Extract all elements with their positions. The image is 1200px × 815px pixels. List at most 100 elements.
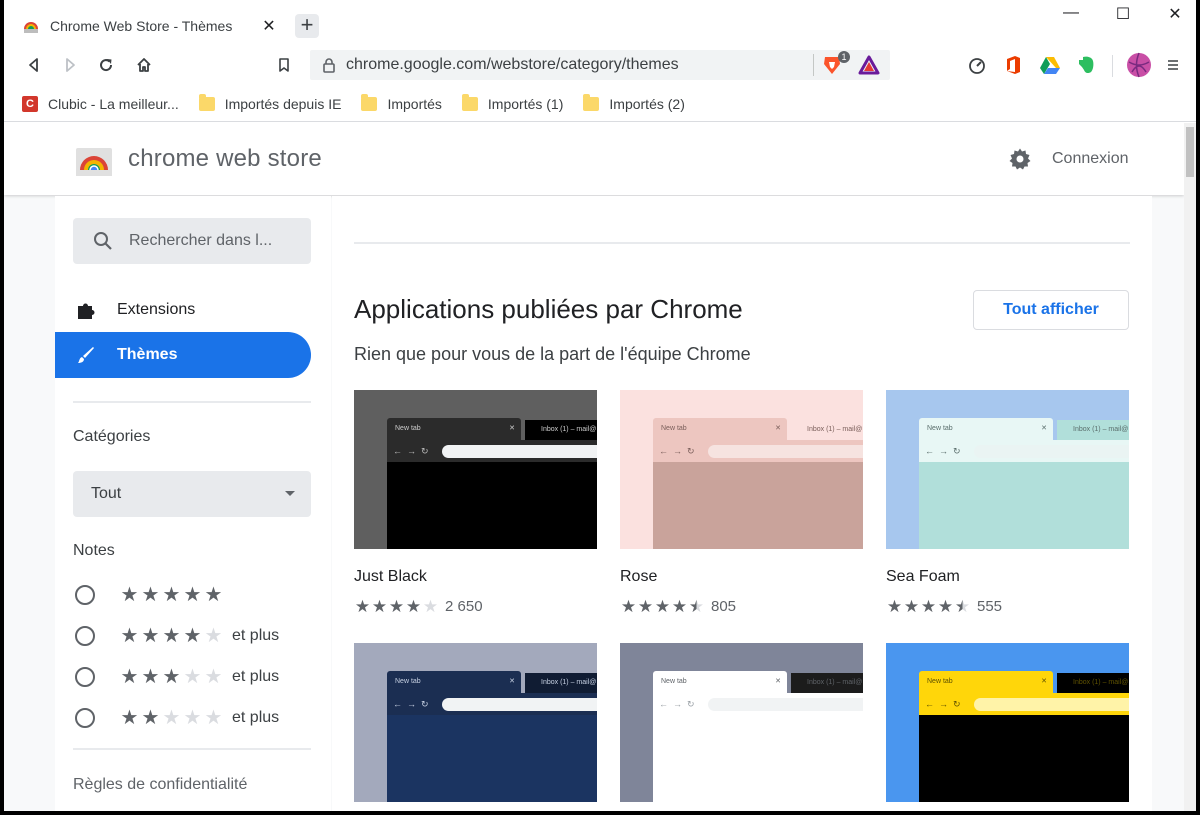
search-input[interactable]: Rechercher dans l... <box>73 218 311 264</box>
star-filled-icon: ★ <box>141 666 160 688</box>
theme-card[interactable]: Inbox (1) – mail@ New tab ✕ ←→↻ <box>620 643 863 802</box>
rating-filter-3[interactable]: ★ ★ ★ ★ ★ et plus <box>75 665 279 689</box>
chevron-down-icon <box>285 491 295 496</box>
store-brand-title[interactable]: chrome web store <box>128 145 322 173</box>
sidebar-item-themes[interactable]: Thèmes <box>55 332 311 378</box>
tab-chrome-web-store[interactable]: Chrome Web Store - Thèmes ✕ <box>10 8 286 44</box>
preview-active-tab: New tab ✕ <box>653 418 787 440</box>
theme-card[interactable]: Inbox (1) – mail@ New tab ✕ ←→↻ <box>354 643 597 802</box>
sidebar-divider <box>73 748 311 750</box>
preview-close-icon: ✕ <box>1041 678 1047 685</box>
preview-active-tab: New tab ✕ <box>387 671 521 693</box>
theme-card[interactable]: Inbox (1) – mail@ New tab ✕ ←→↻ Sea Foam ★ ★ ★ ★… <box>886 390 1129 615</box>
star-filled-icon: ★ <box>183 584 202 606</box>
category-select[interactable]: Tout <box>73 471 311 517</box>
page-scrollbar[interactable] <box>1184 123 1196 811</box>
rating-stars: ★ ★ ★ ★ ★ <box>119 667 224 687</box>
theme-thumbnail[interactable]: Inbox (1) – mail@ New tab ✕ ←→↻ <box>886 390 1129 549</box>
star-filled-icon: ★ <box>371 597 388 616</box>
tab-strip: Chrome Web Store - Thèmes ✕ + — ☐ ✕ <box>4 0 1196 44</box>
radio-button[interactable] <box>75 585 95 605</box>
bookmark-folder-importes-1[interactable]: Importés (1) <box>461 93 563 112</box>
home-icon <box>137 58 151 72</box>
google-drive-extension-button[interactable] <box>1039 54 1061 76</box>
rating-filter-2[interactable]: ★ ★ ★ ★ ★ et plus <box>75 706 279 730</box>
preview-tab-label: New tab <box>661 678 687 685</box>
signin-link[interactable]: Connexion <box>1052 150 1129 168</box>
bookmark-star-button[interactable] <box>272 53 296 77</box>
bookmark-folder-importes-2[interactable]: Importés (2) <box>583 93 685 112</box>
radio-button[interactable] <box>75 708 95 728</box>
theme-card[interactable]: Inbox (1) – mail@ New tab ✕ ←→↻ Rose ★ ★ ★ ★ ★ 805 <box>620 390 863 615</box>
bookmark-clubic[interactable]: C Clubic - La meilleur... <box>22 95 179 112</box>
theme-name[interactable]: Rose <box>620 568 657 586</box>
tab-close-icon[interactable]: ✕ <box>260 16 278 36</box>
scrollbar-thumb[interactable] <box>1186 127 1194 177</box>
preview-close-icon: ✕ <box>509 678 515 685</box>
preview-tab-label: Inbox (1) – mail@ <box>807 679 863 686</box>
browser-toolbar: chrome.google.com/webstore/category/them… <box>4 44 1196 86</box>
new-tab-button[interactable]: + <box>295 14 319 38</box>
preview-tab-label: New tab <box>661 425 687 432</box>
hamburger-menu-icon <box>1168 60 1178 70</box>
theme-name[interactable]: Just Black <box>354 568 427 586</box>
office-extension-button[interactable] <box>1002 54 1024 76</box>
evernote-extension-button[interactable] <box>1076 54 1098 76</box>
theme-card[interactable]: Inbox (1) – mail@ New tab ✕ ←→↻ Just Black ★ ★… <box>354 390 597 615</box>
window-close-button[interactable]: ✕ <box>1150 4 1196 28</box>
forward-button[interactable] <box>58 53 82 77</box>
theme-thumbnail[interactable]: Inbox (1) – mail@ New tab ✕ ←→↻ <box>886 643 1129 802</box>
sidebar-item-extensions[interactable]: Extensions <box>55 287 311 333</box>
star-filled-icon: ★ <box>120 584 139 606</box>
theme-name[interactable]: Sea Foam <box>886 568 960 586</box>
brave-shield-button[interactable]: 1 <box>822 51 850 76</box>
privacy-link[interactable]: Règles de confidentialité <box>73 776 247 794</box>
preview-active-tab: New tab ✕ <box>387 418 521 440</box>
star-filled-icon: ★ <box>120 625 139 647</box>
search-placeholder: Rechercher dans l... <box>129 232 273 249</box>
star-empty-icon: ★ <box>183 666 202 688</box>
page-viewport: chrome web store Connexion Rechercher da… <box>4 123 1184 811</box>
profile-avatar-button[interactable] <box>1126 52 1152 78</box>
category-selected-value: Tout <box>91 485 122 502</box>
theme-rating: ★ ★ ★ ★ ★ 2 650 <box>354 598 483 615</box>
maximize-button[interactable]: ☐ <box>1098 4 1148 28</box>
chrome-web-store-favicon-icon <box>24 22 38 33</box>
preview-tab-label: New tab <box>395 425 421 432</box>
minimize-button[interactable]: — <box>1046 4 1096 28</box>
sidebar-item-label: Thèmes <box>117 346 178 363</box>
preview-tab-label: Inbox (1) – mail@ <box>1073 426 1129 433</box>
preview-inactive-tab: Inbox (1) – mail@ <box>1057 420 1129 440</box>
speed-extension-button[interactable] <box>966 54 988 76</box>
theme-card[interactable]: Inbox (1) – mail@ New tab ✕ ←→↻ <box>886 643 1129 802</box>
rating-filter-5[interactable]: ★ ★ ★ ★ ★ <box>75 583 232 607</box>
theme-thumbnail[interactable]: Inbox (1) – mail@ New tab ✕ ←→↻ <box>354 390 597 549</box>
preview-body <box>387 462 597 549</box>
theme-preview: Inbox (1) – mail@ New tab ✕ ←→↻ <box>919 671 1129 802</box>
gear-icon[interactable] <box>1008 147 1032 171</box>
radio-button[interactable] <box>75 626 95 646</box>
theme-thumbnail[interactable]: Inbox (1) – mail@ New tab ✕ ←→↻ <box>620 390 863 549</box>
reload-button[interactable] <box>94 53 118 77</box>
back-button[interactable] <box>22 53 46 77</box>
theme-thumbnail[interactable]: Inbox (1) – mail@ New tab ✕ ←→↻ <box>354 643 597 802</box>
star-filled-icon: ★ <box>162 666 181 688</box>
preview-inactive-tab: Inbox (1) – mail@ <box>525 673 597 693</box>
view-all-button[interactable]: Tout afficher <box>973 290 1129 330</box>
browser-menu-button[interactable] <box>1162 54 1184 76</box>
rating-filter-label: et plus <box>232 627 280 644</box>
radio-button[interactable] <box>75 667 95 687</box>
section-title: Applications publiées par Chrome <box>354 294 743 324</box>
rating-filter-4[interactable]: ★ ★ ★ ★ ★ et plus <box>75 624 279 648</box>
star-filled-icon: ★ <box>388 597 405 616</box>
brave-rewards-triangle-icon[interactable] <box>858 55 880 75</box>
folder-icon <box>461 93 478 111</box>
theme-thumbnail[interactable]: Inbox (1) – mail@ New tab ✕ ←→↻ <box>620 643 863 802</box>
rating-stars: ★ ★ ★ ★ ★ <box>119 626 224 646</box>
bookmark-folder-importes-ie[interactable]: Importés depuis IE <box>198 93 341 112</box>
bookmark-folder-importes[interactable]: Importés <box>361 93 442 112</box>
home-button[interactable] <box>132 53 156 77</box>
address-bar[interactable]: chrome.google.com/webstore/category/them… <box>310 50 890 80</box>
categories-heading: Catégories <box>73 428 151 445</box>
chrome-web-store-logo-icon[interactable] <box>76 144 112 176</box>
